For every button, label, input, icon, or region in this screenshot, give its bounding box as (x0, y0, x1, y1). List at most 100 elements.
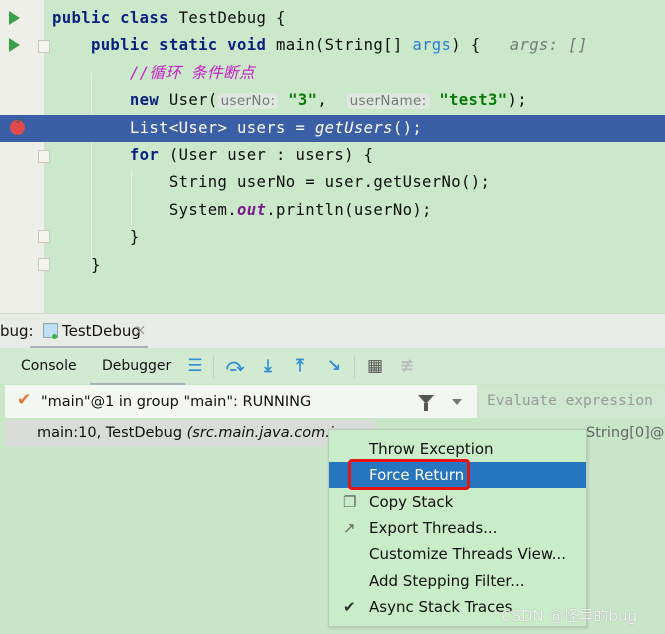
code-line[interactable]: //循环 条件断点 (0, 60, 665, 87)
code-text: public class TestDebug { (52, 5, 286, 32)
menu-item-label: Copy Stack (369, 493, 454, 511)
chevron-down-icon[interactable] (452, 399, 462, 405)
code-token: ) { (451, 36, 510, 55)
check-icon: ✔ (343, 598, 356, 616)
debug-label: bug: (0, 322, 34, 340)
menu-item-copy-stack[interactable]: ❐ Copy Stack (329, 489, 586, 515)
code-token: public static void (52, 36, 276, 55)
code-text: new User(userNo: "3", userName: "test3")… (52, 87, 527, 115)
breakpoint-icon[interactable] (10, 114, 25, 135)
code-token: User( (168, 91, 218, 110)
code-token: } (52, 255, 101, 274)
evaluate-placeholder: Evaluate expression (487, 393, 653, 409)
code-token: "3" (288, 91, 318, 110)
code-token: //循环 条件断点 (52, 63, 255, 82)
calculator-icon[interactable]: ▦ (366, 356, 384, 376)
code-line[interactable]: new User(userNo: "3", userName: "test3")… (0, 87, 665, 114)
run-icon[interactable] (9, 38, 20, 52)
code-token: getUsers (314, 118, 393, 137)
fold-icon[interactable] (38, 150, 50, 163)
menu-item-export-threads[interactable]: ↗ Export Threads... (329, 515, 586, 541)
step-over-icon[interactable]: ⤼ (226, 356, 244, 376)
code-token: public class (52, 9, 179, 27)
debugger-toolbar: Console Debugger ☰ ⤼ ⤓ ⤒ ↘ ▦ ≢ (0, 348, 665, 386)
code-text: } (52, 224, 140, 251)
code-text: public static void main(String[] args) {… (52, 32, 588, 59)
variable-value: String[0]@… (586, 425, 665, 441)
code-line[interactable]: } (0, 224, 665, 251)
close-icon[interactable]: × (134, 321, 147, 339)
divider (354, 356, 355, 378)
step-out-icon[interactable]: ⤒ (291, 356, 309, 376)
code-line[interactable]: public class TestDebug { (0, 5, 665, 32)
step-into-icon[interactable]: ⤓ (259, 356, 277, 376)
divider (213, 356, 214, 378)
export-icon: ↗ (343, 519, 356, 537)
stack-frame-row[interactable]: main:10, TestDebug (src.main.java.com.i… (5, 420, 375, 447)
thread-selector[interactable]: ✔ "main"@1 in group "main": RUNNING (5, 385, 477, 418)
code-line[interactable]: } (0, 252, 665, 279)
code-line[interactable]: for (User user : users) { (0, 142, 665, 169)
code-token: , (317, 91, 347, 110)
watermark: CSDN @怪异的bug (501, 607, 638, 625)
code-line[interactable]: String userNo = user.getUserNo(); (0, 169, 665, 196)
code-token: args (412, 36, 452, 55)
evaluate-expression-input[interactable]: Evaluate expression (478, 385, 665, 418)
code-token: main(String[] (275, 36, 413, 55)
frame-location: (src.main.java.com.i… (186, 425, 349, 441)
code-token: System. (52, 200, 238, 219)
code-text: String userNo = user.getUserNo(); (52, 169, 490, 196)
code-token: "test3" (439, 91, 508, 110)
menu-item-label: Add Stepping Filter... (369, 572, 525, 590)
code-text: System.out.println(userNo); (52, 197, 432, 224)
menu-item-label: Customize Threads View... (369, 545, 567, 563)
code-token: TestDebug { (178, 9, 286, 27)
code-line[interactable]: public static void main(String[] args) {… (0, 32, 665, 59)
code-token: out (237, 200, 267, 219)
annotation-highlight-box (348, 459, 470, 490)
parameter-hint: userNo: (217, 93, 279, 110)
code-text: } (52, 252, 101, 279)
tab-console[interactable]: Console (21, 358, 77, 374)
code-text: List<User> users = getUsers(); (52, 115, 422, 142)
fold-icon[interactable] (38, 230, 50, 243)
debug-tab-bar: bug: TestDebug × (0, 313, 665, 349)
tab-debugger[interactable]: Debugger (89, 358, 186, 386)
fold-icon[interactable] (38, 258, 50, 271)
menu-item-label: Export Threads... (369, 519, 498, 537)
app-window-icon (43, 323, 58, 339)
code-token: ); (507, 91, 527, 110)
run-to-cursor-icon[interactable]: ↘ (325, 356, 343, 376)
code-token: List<User> users = (52, 118, 315, 137)
frame-text: main:10, TestDebug (37, 425, 187, 441)
frames-list-icon[interactable]: ☰ (186, 356, 204, 376)
code-text: for (User user : users) { (52, 142, 373, 169)
trace-icon[interactable]: ≢ (398, 356, 416, 376)
filter-icon[interactable] (418, 395, 434, 411)
run-icon[interactable] (9, 11, 20, 25)
code-token: (); (392, 118, 423, 137)
menu-item-customize-threads-view[interactable]: Customize Threads View... (329, 541, 586, 567)
menu-item-label: Async Stack Traces (369, 598, 513, 616)
menu-item-add-stepping-filter[interactable]: Add Stepping Filter... (329, 568, 586, 594)
code-editor[interactable]: public class TestDebug { public static v… (0, 0, 665, 313)
parameter-hint: userName: (346, 93, 430, 110)
fold-icon[interactable] (38, 40, 50, 53)
code-token: args: [] (509, 36, 588, 55)
code-token: } (52, 228, 140, 247)
code-token: .println(userNo); (266, 200, 432, 219)
code-token: for (52, 146, 169, 164)
tab-label: TestDebug (62, 322, 141, 340)
code-line[interactable]: System.out.println(userNo); (0, 197, 665, 224)
code-token: (User user : users) { (168, 146, 374, 164)
check-icon: ✔ (17, 390, 32, 410)
code-token: new (52, 91, 169, 110)
code-line[interactable]: List<User> users = getUsers(); (0, 114, 665, 142)
tab-testdebug[interactable]: TestDebug × (30, 314, 148, 349)
thread-label: "main"@1 in group "main": RUNNING (41, 394, 312, 410)
code-text: //循环 条件断点 (52, 60, 255, 87)
copy-icon: ❐ (343, 493, 357, 511)
code-token: String userNo = user.getUserNo(); (52, 173, 491, 192)
